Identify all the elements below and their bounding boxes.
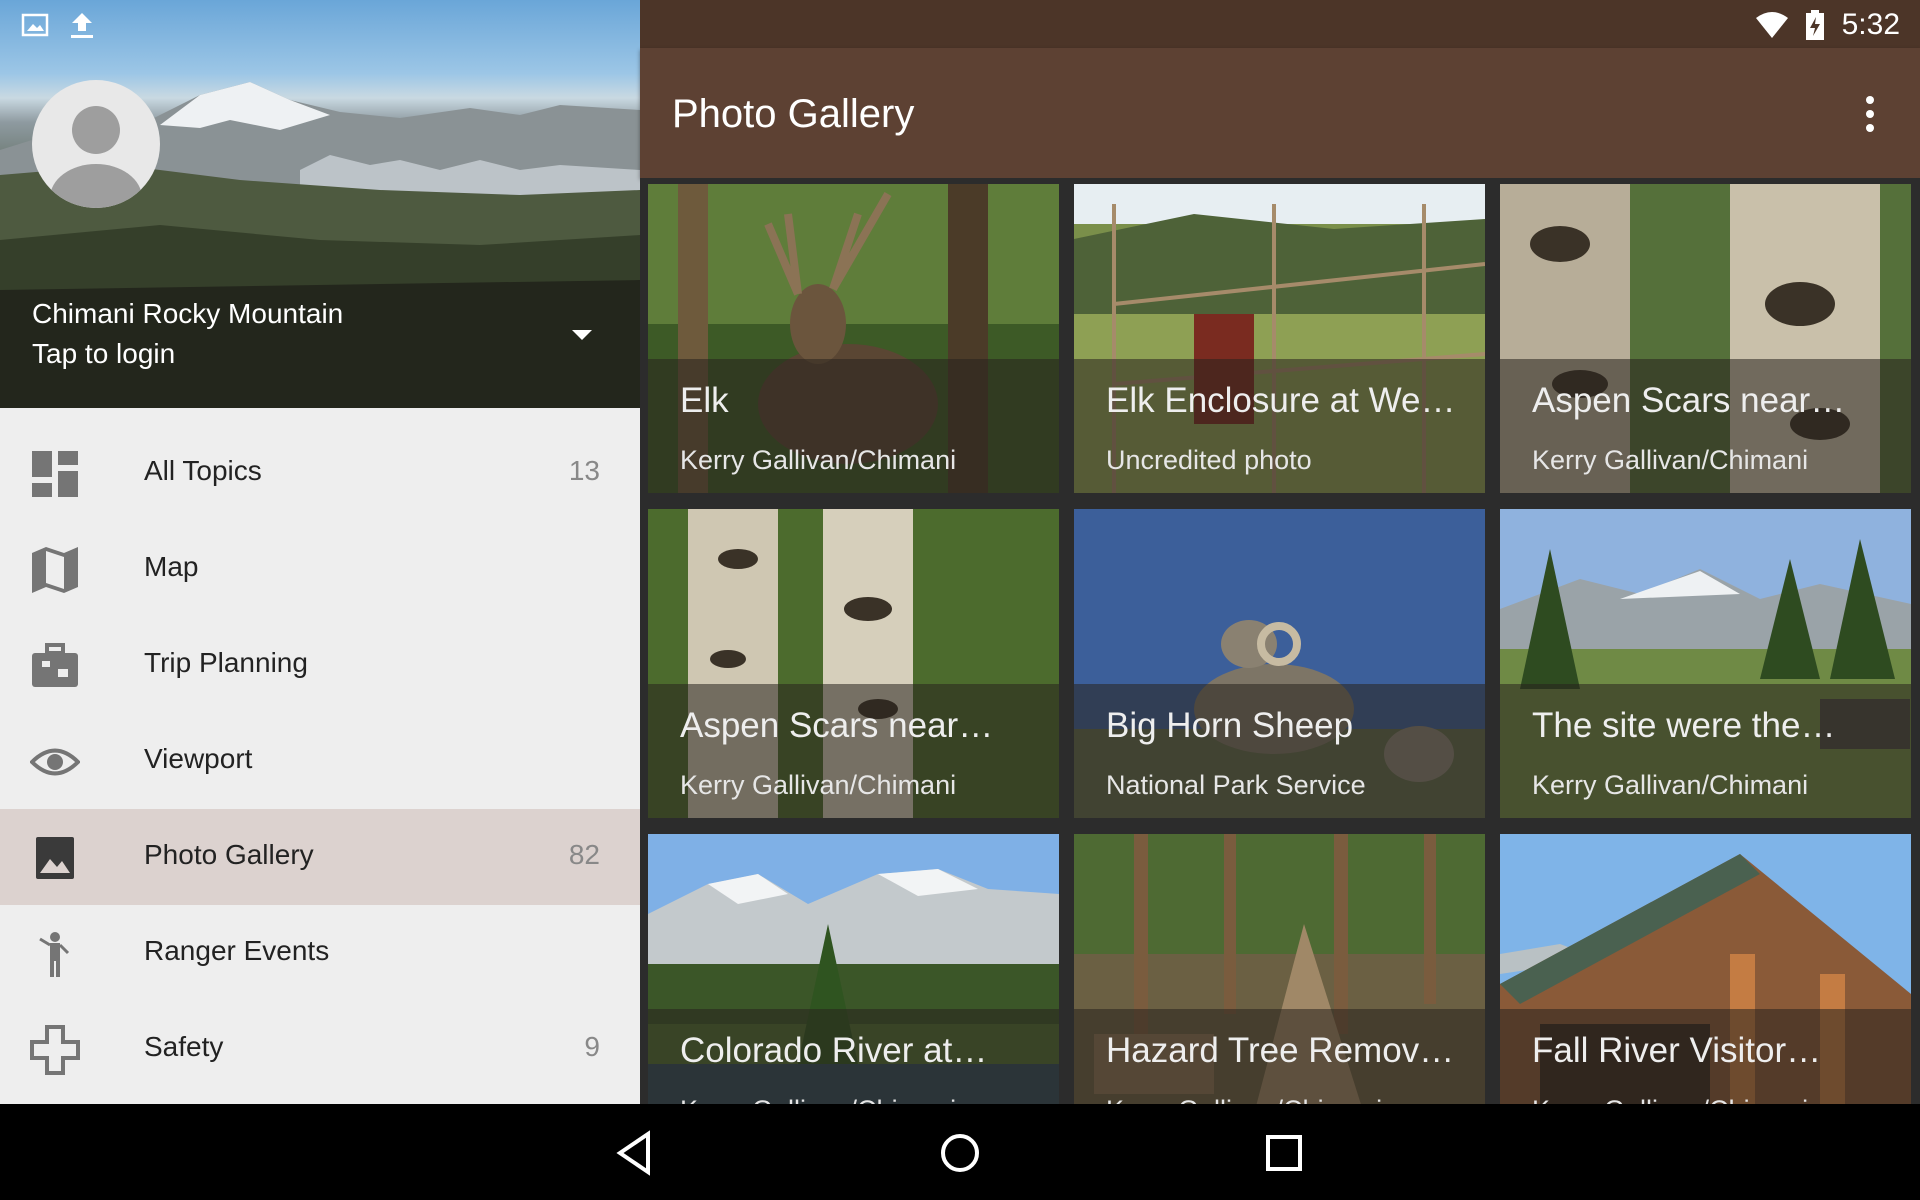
nav-item-label: Ranger Events bbox=[144, 935, 330, 966]
login-prompt[interactable]: Tap to login bbox=[32, 338, 175, 370]
drawer-header[interactable]: Chimani Rocky Mountain Tap to login bbox=[0, 0, 640, 408]
tile-credit: Kerry Gallivan/Chimani bbox=[1532, 1095, 1808, 1104]
gallery-tile-elk-enclosure[interactable]: Elk Enclosure at We… Uncredited photo bbox=[1074, 184, 1485, 493]
tile-title: Big Horn Sheep bbox=[1106, 706, 1354, 745]
home-icon[interactable] bbox=[933, 1126, 987, 1180]
tile-caption: Fall River Visitor… Kerry Gallivan/Chima… bbox=[1500, 1009, 1911, 1104]
image-icon bbox=[36, 837, 74, 879]
tile-caption: Aspen Scars near… Kerry Gallivan/Chimani bbox=[1500, 359, 1911, 493]
tile-caption: Colorado River at… Kerry Gallivan/Chiman… bbox=[648, 1009, 1059, 1104]
nav-item-label: All Topics bbox=[144, 455, 262, 486]
cross-icon bbox=[30, 1025, 80, 1075]
nav-item-label: Safety bbox=[144, 1031, 224, 1062]
tile-caption: Aspen Scars near… Kerry Gallivan/Chimani bbox=[648, 684, 1059, 818]
page-title: Photo Gallery bbox=[672, 92, 915, 136]
tile-title: Fall River Visitor… bbox=[1532, 1031, 1822, 1070]
status-bar: 5:32 bbox=[640, 0, 1920, 48]
gallery-tile-aspen-scars-2[interactable]: Aspen Scars near… Kerry Gallivan/Chimani bbox=[648, 509, 1059, 818]
back-icon[interactable] bbox=[608, 1126, 662, 1180]
nav-item-photo-gallery[interactable]: Photo Gallery 82 bbox=[0, 809, 640, 905]
account-dropdown-icon[interactable] bbox=[572, 330, 592, 340]
tile-title: Elk Enclosure at We… bbox=[1106, 381, 1456, 420]
map-icon bbox=[32, 547, 78, 593]
tile-title: Colorado River at… bbox=[680, 1031, 988, 1070]
nav-item-count: 9 bbox=[584, 1031, 600, 1062]
dashboard-icon bbox=[32, 451, 78, 497]
nav-item-all-topics[interactable]: All Topics 13 bbox=[0, 425, 640, 521]
nav-item-ranger-events[interactable]: Ranger Events bbox=[0, 905, 640, 1001]
tile-credit: National Park Service bbox=[1106, 770, 1366, 800]
eye-icon bbox=[30, 748, 80, 776]
avatar[interactable] bbox=[32, 80, 160, 208]
gallery-tile-big-horn-sheep[interactable]: Big Horn Sheep National Park Service bbox=[1074, 509, 1485, 818]
battery-charging-icon bbox=[1806, 10, 1824, 40]
tile-caption: The site were the… Kerry Gallivan/Chiman… bbox=[1500, 684, 1911, 818]
tile-credit: Kerry Gallivan/Chimani bbox=[680, 770, 957, 800]
tile-caption: Elk Kerry Gallivan/Chimani bbox=[648, 359, 1059, 493]
system-navigation-bar bbox=[0, 1104, 1920, 1200]
nav-item-label: Viewport bbox=[144, 743, 253, 774]
app-name: Chimani Rocky Mountain bbox=[32, 298, 344, 329]
nav-item-map[interactable]: Map bbox=[0, 521, 640, 617]
gallery-tile-site[interactable]: The site were the… Kerry Gallivan/Chiman… bbox=[1500, 509, 1911, 818]
nav-item-safety[interactable]: Safety 9 bbox=[0, 1001, 640, 1097]
tile-credit: Kerry Gallivan/Chimani bbox=[1532, 770, 1809, 800]
wifi-icon bbox=[1756, 12, 1788, 38]
gallery-tile-fall-river-visitor[interactable]: Fall River Visitor… Kerry Gallivan/Chima… bbox=[1500, 834, 1911, 1104]
nav-item-count: 13 bbox=[568, 455, 600, 486]
tile-title: Elk bbox=[680, 381, 729, 420]
tile-credit: Kerry Gallivan/Chimani bbox=[1532, 445, 1809, 475]
overflow-menu-icon[interactable] bbox=[1860, 94, 1880, 134]
gallery-tile-elk[interactable]: Elk Kerry Gallivan/Chimani bbox=[648, 184, 1059, 493]
tile-caption: Hazard Tree Remov… Kerry Gallivan/Chiman… bbox=[1074, 1009, 1485, 1104]
clock: 5:32 bbox=[1841, 8, 1900, 41]
luggage-icon bbox=[32, 643, 78, 687]
tile-title: Aspen Scars near… bbox=[1532, 381, 1846, 420]
navigation-drawer: Chimani Rocky Mountain Tap to login All … bbox=[0, 0, 640, 1104]
gallery-tile-aspen-scars-1[interactable]: Aspen Scars near… Kerry Gallivan/Chimani bbox=[1500, 184, 1911, 493]
nav-item-label: Trip Planning bbox=[144, 647, 308, 678]
tile-title: Aspen Scars near… bbox=[680, 706, 994, 745]
tile-credit: Kerry Gallivan/Chimani bbox=[1106, 1095, 1382, 1104]
ranger-icon bbox=[39, 932, 70, 977]
tile-caption: Elk Enclosure at We… Uncredited photo bbox=[1074, 359, 1485, 493]
image-notification-icon bbox=[21, 13, 49, 37]
tile-credit: Kerry Gallivan/Chimani bbox=[680, 445, 957, 475]
recents-icon[interactable] bbox=[1257, 1126, 1311, 1180]
tile-title: Hazard Tree Remov… bbox=[1106, 1031, 1455, 1070]
upload-notification-icon bbox=[71, 13, 93, 38]
photo-grid: Elk Kerry Gallivan/Chimani Elk Enclosure… bbox=[640, 178, 1920, 1104]
nav-item-viewport[interactable]: Viewport bbox=[0, 713, 640, 809]
tile-credit: Kerry Gallivan/Chimani bbox=[680, 1095, 956, 1104]
tile-title: The site were the… bbox=[1532, 706, 1836, 745]
nav-item-count: 82 bbox=[568, 839, 600, 870]
app-bar: Photo Gallery bbox=[640, 48, 1920, 178]
nav-item-label: Map bbox=[144, 551, 199, 582]
tile-caption: Big Horn Sheep National Park Service bbox=[1074, 684, 1485, 818]
gallery-tile-colorado-river[interactable]: Colorado River at… Kerry Gallivan/Chiman… bbox=[648, 834, 1059, 1104]
nav-item-label: Photo Gallery bbox=[144, 839, 314, 870]
tile-credit: Uncredited photo bbox=[1106, 445, 1312, 475]
nav-item-trip-planning[interactable]: Trip Planning bbox=[0, 617, 640, 713]
gallery-tile-hazard-tree[interactable]: Hazard Tree Remov… Kerry Gallivan/Chiman… bbox=[1074, 834, 1485, 1104]
